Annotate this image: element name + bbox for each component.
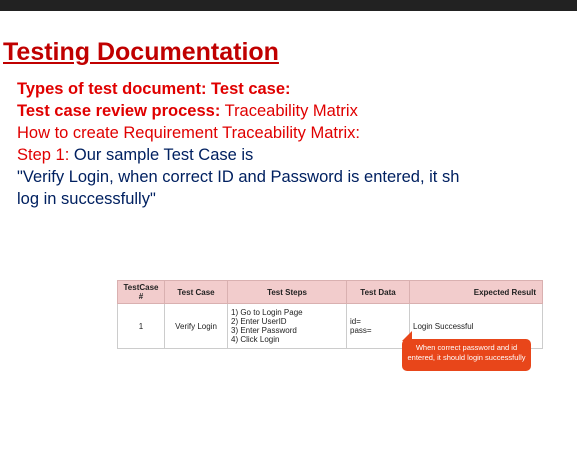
line-review-process: Test case review process: Traceability M…: [17, 100, 577, 122]
line-how-to-create: How to create Requirement Traceability M…: [17, 124, 360, 142]
body-text: Types of test document: Test case: Test …: [17, 78, 577, 210]
review-process-value: Traceability Matrix: [220, 102, 358, 120]
test-data-pass: pass=: [350, 326, 372, 335]
test-step: 1) Go to Login Page: [231, 308, 303, 317]
callout-line-1: When correct password and id: [415, 343, 518, 352]
step-1-label: Step 1:: [17, 146, 70, 164]
line-test-document-type: Types of test document: Test case:: [17, 80, 291, 98]
table-header-row: TestCase # Test Case Test Steps Test Dat…: [117, 280, 543, 304]
line-step-1: Step 1: Our sample Test Case is: [17, 144, 577, 166]
cell-test-data: id= pass=: [346, 303, 410, 349]
line-quote-2: log in successfully": [17, 190, 156, 208]
test-step: 3) Enter Password: [231, 326, 297, 335]
step-1-text: Our sample Test Case is: [69, 146, 254, 164]
cell-test-steps: 1) Go to Login Page 2) Enter UserID 3) E…: [227, 303, 347, 349]
test-step: 2) Enter UserID: [231, 317, 287, 326]
test-data-id: id=: [350, 317, 361, 326]
line-quote-1: "Verify Login, when correct ID and Passw…: [17, 168, 460, 186]
page-title: Testing Documentation: [3, 38, 279, 66]
header-test-steps: Test Steps: [227, 280, 347, 304]
test-step: 4) Click Login: [231, 335, 280, 344]
header-expected-result: Expected Result: [409, 280, 543, 304]
cell-test-case: Verify Login: [164, 303, 228, 349]
review-process-label: Test case review process:: [17, 102, 221, 120]
header-testcase-id: TestCase #: [117, 280, 165, 304]
top-bar: [0, 0, 577, 11]
cell-testcase-id: 1: [117, 303, 165, 349]
callout-line-2: entered, it should login successfully: [407, 353, 526, 362]
header-test-data: Test Data: [346, 280, 410, 304]
header-test-case: Test Case: [164, 280, 228, 304]
annotation-callout: When correct password and id entered, it…: [402, 339, 531, 371]
